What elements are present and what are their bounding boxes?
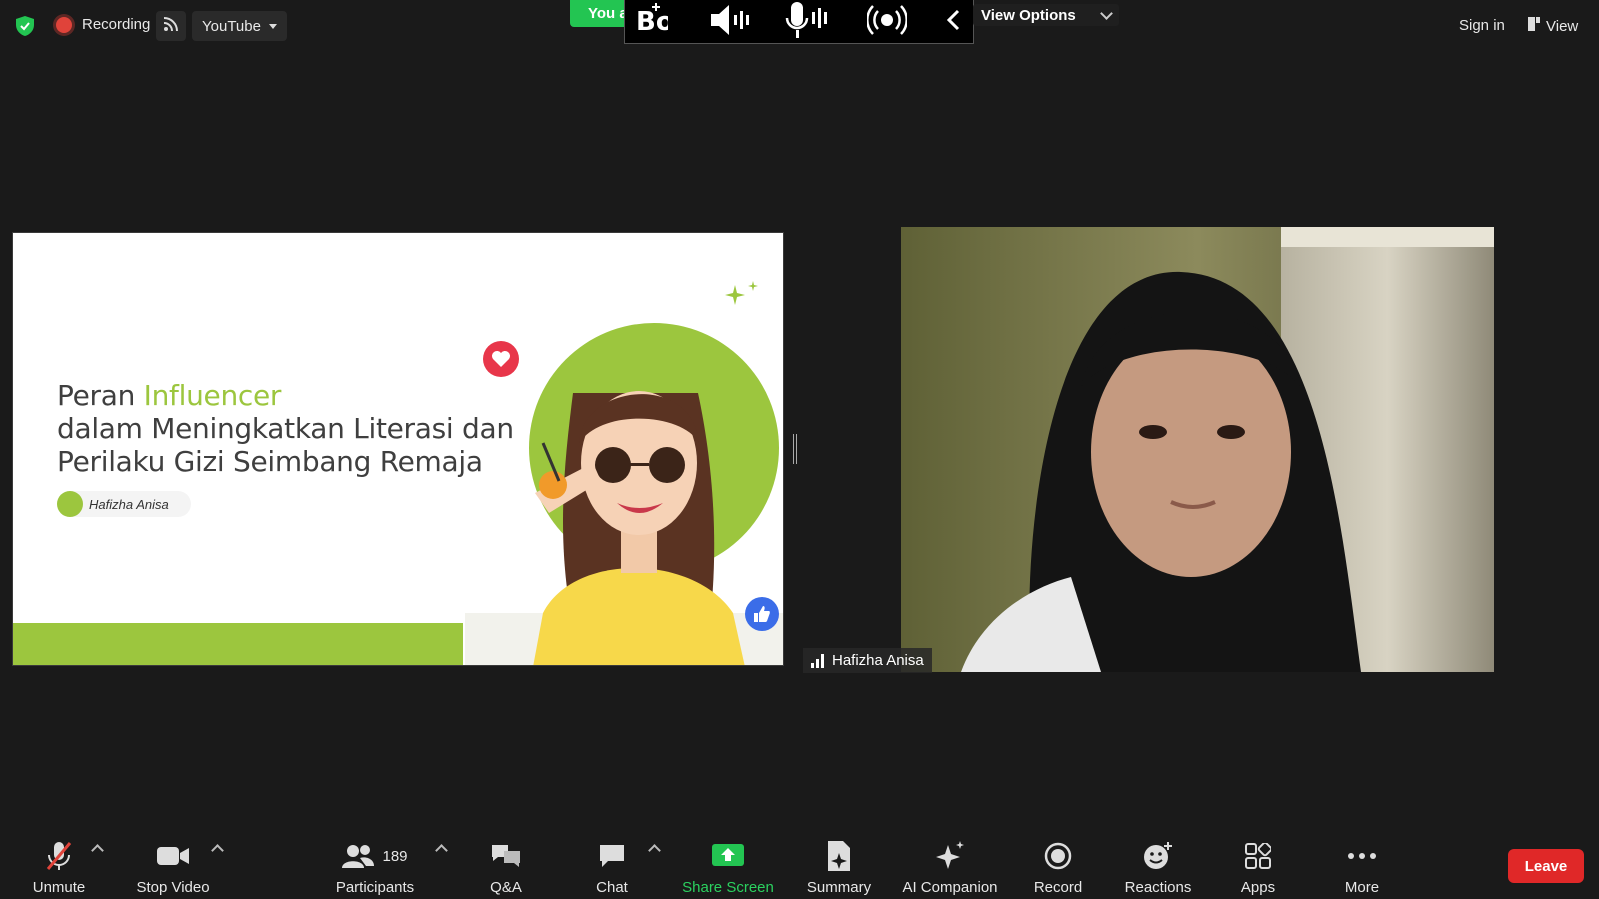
participants-button[interactable]: 189 Participants: [332, 838, 418, 898]
reactions-smiley-icon: [1143, 838, 1173, 874]
record-label: Record: [1033, 879, 1083, 896]
security-shield-icon[interactable]: [16, 16, 34, 36]
more-button[interactable]: More: [1340, 838, 1384, 898]
leave-button[interactable]: Leave: [1508, 849, 1584, 883]
view-layout-icon: [1528, 17, 1540, 35]
chat-caret-icon[interactable]: [648, 844, 661, 857]
more-label: More: [1344, 879, 1380, 896]
slide-title-line2: dalam Meningkatkan Literasi dan: [57, 412, 514, 445]
share-screen-icon: [712, 838, 744, 874]
qa-bubbles-icon: [490, 838, 522, 874]
video-camera-icon: [157, 838, 189, 874]
live-stream-button[interactable]: [156, 11, 186, 41]
record-icon: [1044, 838, 1072, 874]
unmute-label: Unmute: [32, 879, 86, 896]
participant-name-tag: Hafizha Anisa: [803, 648, 932, 673]
caret-down-icon: [268, 23, 277, 29]
collapse-chevron-left-icon[interactable]: [941, 0, 965, 40]
unmute-button[interactable]: Unmute: [28, 838, 90, 898]
view-label: View: [1546, 17, 1579, 35]
people-icon: [342, 845, 375, 868]
summary-document-icon: [826, 838, 852, 874]
participant-video-feed[interactable]: [901, 227, 1494, 672]
participant-name: Hafizha Anisa: [832, 652, 924, 669]
influencer-illustration: [533, 391, 745, 665]
stream-platform-dropdown[interactable]: YouTube: [192, 11, 287, 41]
recording-dot-icon: [56, 17, 72, 33]
author-avatar: [57, 491, 83, 517]
broadcast-icon[interactable]: [865, 0, 909, 40]
view-button[interactable]: View: [1528, 17, 1578, 35]
speaker-volume-icon[interactable]: [707, 0, 751, 40]
record-button[interactable]: Record: [1033, 838, 1083, 898]
participants-caret-icon[interactable]: [435, 844, 448, 857]
audio-options-caret-icon[interactable]: [91, 844, 104, 857]
chat-label: Chat: [596, 879, 628, 896]
summary-button[interactable]: Summary: [804, 838, 874, 898]
participants-icon-group: 189: [342, 838, 408, 874]
ai-sparkle-icon: [934, 838, 966, 874]
sign-in-link[interactable]: Sign in: [1459, 17, 1505, 34]
reactions-label: Reactions: [1124, 879, 1192, 896]
signal-strength-icon: [811, 653, 824, 668]
accessibility-bo-icon[interactable]: Bo: [633, 0, 669, 40]
heart-reaction-icon: [483, 341, 519, 377]
share-screen-label: Share Screen: [682, 879, 774, 896]
view-options-dropdown[interactable]: View Options: [973, 4, 1119, 26]
slide-author-name: Hafizha Anisa: [89, 496, 169, 512]
apps-label: Apps: [1240, 879, 1276, 896]
svg-text:Bo: Bo: [636, 7, 668, 37]
qa-label: Q&A: [490, 879, 522, 896]
slide-title: Peran Influencer dalam Meningkatkan Lite…: [57, 379, 514, 478]
reactions-button[interactable]: Reactions: [1122, 838, 1194, 898]
view-options-label: View Options: [981, 6, 1076, 24]
apps-grid-icon: [1245, 838, 1271, 874]
ai-companion-button[interactable]: AI Companion: [899, 838, 1001, 898]
you-are-sharing-pill[interactable]: You a: [570, 0, 630, 27]
thumbs-up-icon: [745, 597, 779, 631]
participants-label: Participants: [335, 879, 415, 896]
floating-audio-toolbar: Bo: [624, 0, 974, 44]
slide-title-line3: Perilaku Gizi Seimbang Remaja: [57, 445, 483, 478]
recording-label[interactable]: Recording: [82, 16, 150, 33]
shared-screen-slide: Peran Influencer dalam Meningkatkan Lite…: [12, 232, 784, 666]
slide-green-band: [13, 623, 463, 665]
stream-platform-label: YouTube: [202, 17, 261, 35]
more-dots-icon: [1347, 838, 1377, 874]
stop-video-label: Stop Video: [136, 879, 210, 896]
ai-companion-label: AI Companion: [902, 879, 998, 896]
chat-button[interactable]: Chat: [592, 838, 632, 898]
rss-icon: [163, 16, 179, 37]
qa-button[interactable]: Q&A: [486, 838, 526, 898]
apps-button[interactable]: Apps: [1238, 838, 1278, 898]
stop-video-button[interactable]: Stop Video: [132, 838, 214, 898]
slide-author-pill: Hafizha Anisa: [57, 491, 191, 517]
share-screen-button[interactable]: Share Screen: [682, 838, 774, 898]
split-resize-handle[interactable]: [793, 434, 797, 464]
slide-title-highlight: Influencer: [143, 379, 282, 412]
slide-title-word: Peran: [57, 379, 136, 412]
summary-label: Summary: [806, 879, 872, 896]
microphone-level-icon[interactable]: [785, 0, 829, 40]
participant-count: 189: [382, 847, 408, 865]
participant-video-image: [901, 227, 1494, 672]
chevron-down-icon: [1099, 6, 1113, 20]
microphone-muted-icon: [45, 838, 73, 874]
sparkle-icon: [725, 281, 758, 305]
chat-bubble-icon: [598, 838, 626, 874]
